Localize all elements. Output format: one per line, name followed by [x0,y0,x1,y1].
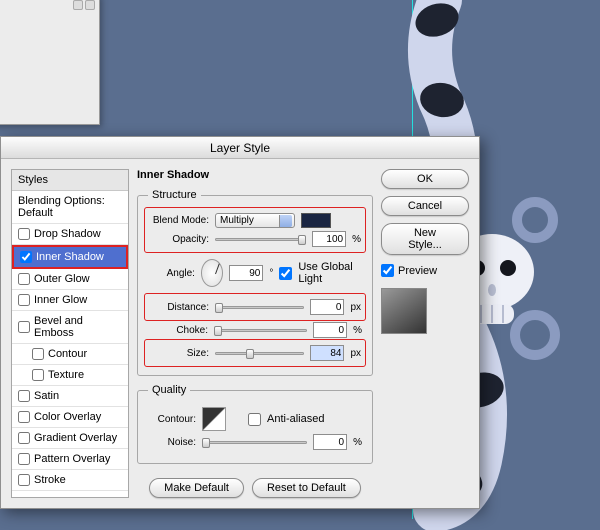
choke-slider[interactable] [214,323,307,337]
layer-style-dialog: Layer Style Styles Blending Options: Def… [0,136,480,509]
panel-title: Inner Shadow [137,169,373,181]
angle-unit: ° [269,268,273,279]
global-light-checkbox[interactable] [279,267,292,280]
gradient-overlay-checkbox[interactable] [18,432,30,444]
blending-options-row[interactable]: Blending Options: Default [12,191,128,224]
angle-input[interactable] [229,265,263,281]
texture-checkbox[interactable] [32,369,44,381]
noise-slider[interactable] [202,435,307,449]
anti-aliased-label: Anti-aliased [267,413,324,425]
noise-input[interactable] [313,434,347,450]
style-stroke[interactable]: Stroke [12,470,128,491]
style-inner-glow[interactable]: Inner Glow [12,290,128,311]
ok-button[interactable]: OK [381,169,469,189]
contour-label: Contour: [148,414,196,425]
quality-legend: Quality [148,384,190,396]
style-outer-glow[interactable]: Outer Glow [12,269,128,290]
distance-slider[interactable] [215,300,304,314]
reset-default-button[interactable]: Reset to Default [252,478,361,498]
drop-shadow-checkbox[interactable] [18,228,30,240]
distance-input[interactable] [310,299,344,315]
styles-header[interactable]: Styles [12,170,128,191]
inner-shadow-checkbox[interactable] [20,251,32,263]
quality-fieldset: Quality Contour: Anti-aliased Noise: % [137,384,373,464]
style-pattern-overlay[interactable]: Pattern Overlay [12,449,128,470]
background-palette [0,0,100,125]
size-slider[interactable] [215,346,304,360]
distance-unit: px [350,302,361,313]
dialog-title: Layer Style [1,137,479,159]
structure-legend: Structure [148,189,201,201]
style-drop-shadow[interactable]: Drop Shadow [12,224,128,245]
opacity-slider[interactable] [215,232,306,246]
noise-label: Noise: [148,437,196,448]
size-label: Size: [149,348,209,359]
stroke-checkbox[interactable] [18,474,30,486]
cancel-button[interactable]: Cancel [381,196,469,216]
satin-checkbox[interactable] [18,390,30,402]
shadow-color-swatch[interactable] [301,213,331,228]
style-texture[interactable]: Texture [12,365,128,386]
size-unit: px [350,348,361,359]
choke-label: Choke: [148,325,208,336]
noise-unit: % [353,437,362,448]
pattern-overlay-checkbox[interactable] [18,453,30,465]
new-style-button[interactable]: New Style... [381,223,469,255]
preview-swatch [381,288,427,334]
style-contour[interactable]: Contour [12,344,128,365]
contour-checkbox[interactable] [32,348,44,360]
style-gradient-overlay[interactable]: Gradient Overlay [12,428,128,449]
angle-label: Angle: [148,268,195,279]
make-default-button[interactable]: Make Default [149,478,244,498]
anti-aliased-checkbox[interactable] [248,413,261,426]
style-inner-shadow[interactable]: Inner Shadow [12,245,128,269]
style-bevel-emboss[interactable]: Bevel and Emboss [12,311,128,344]
contour-picker[interactable] [202,407,226,431]
opacity-unit: % [352,234,361,245]
structure-fieldset: Structure Blend Mode: Multiply Opacity: … [137,189,373,376]
angle-dial[interactable] [201,259,223,287]
inner-glow-checkbox[interactable] [18,294,30,306]
preview-label: Preview [398,265,437,277]
blend-mode-select[interactable]: Multiply [215,213,295,228]
choke-unit: % [353,325,362,336]
distance-label: Distance: [149,302,209,313]
preview-checkbox[interactable] [381,264,394,277]
size-input[interactable] [310,345,344,361]
style-color-overlay[interactable]: Color Overlay [12,407,128,428]
outer-glow-checkbox[interactable] [18,273,30,285]
blend-mode-label: Blend Mode: [149,215,209,226]
styles-list: Styles Blending Options: Default Drop Sh… [11,169,129,498]
global-light-label: Use Global Light [298,261,362,285]
opacity-input[interactable] [312,231,346,247]
color-overlay-checkbox[interactable] [18,411,30,423]
style-satin[interactable]: Satin [12,386,128,407]
choke-input[interactable] [313,322,347,338]
opacity-label: Opacity: [149,234,209,245]
bevel-emboss-checkbox[interactable] [18,321,30,333]
